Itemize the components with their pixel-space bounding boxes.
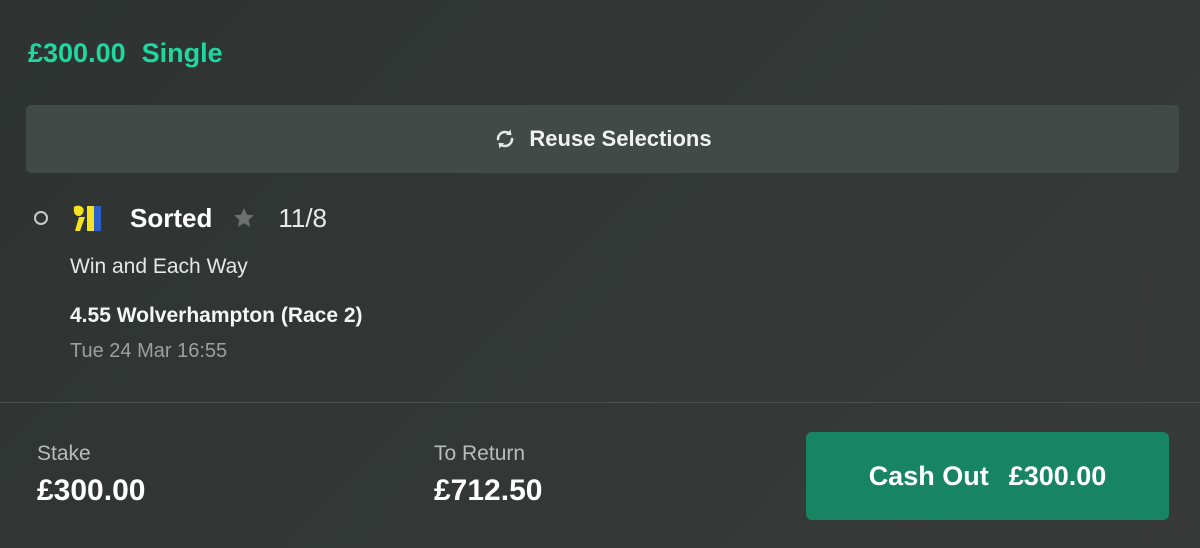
refresh-icon — [493, 127, 517, 151]
bet-header: £300.00 Single — [28, 38, 223, 69]
bet-header-stake: £300.00 — [28, 38, 126, 68]
radio-unchecked-icon — [34, 211, 48, 225]
horse-name: Sorted — [130, 202, 213, 233]
market-name: Win and Each Way — [70, 255, 248, 278]
selection-row: Sorted 11/8 — [34, 200, 327, 236]
to-return-value: £712.50 — [434, 474, 543, 507]
stake-value: £300.00 — [37, 474, 146, 507]
divider — [0, 402, 1200, 403]
bet-header-type: Single — [141, 38, 223, 68]
reuse-selections-button[interactable]: Reuse Selections — [26, 105, 1179, 173]
jockey-silks-icon — [70, 203, 130, 233]
cash-out-button[interactable]: Cash Out £300.00 — [806, 432, 1169, 520]
reuse-selections-label: Reuse Selections — [529, 126, 712, 151]
event-name: 4.55 Wolverhampton (Race 2) — [70, 304, 363, 327]
cash-out-amount: £300.00 — [1008, 460, 1107, 491]
cash-out-label: Cash Out — [868, 460, 989, 491]
star-icon[interactable] — [232, 206, 278, 230]
selection-odds: 11/8 — [278, 202, 328, 233]
to-return-label: To Return — [434, 442, 526, 465]
event-datetime: Tue 24 Mar 16:55 — [70, 340, 228, 362]
stake-label: Stake — [37, 442, 91, 465]
